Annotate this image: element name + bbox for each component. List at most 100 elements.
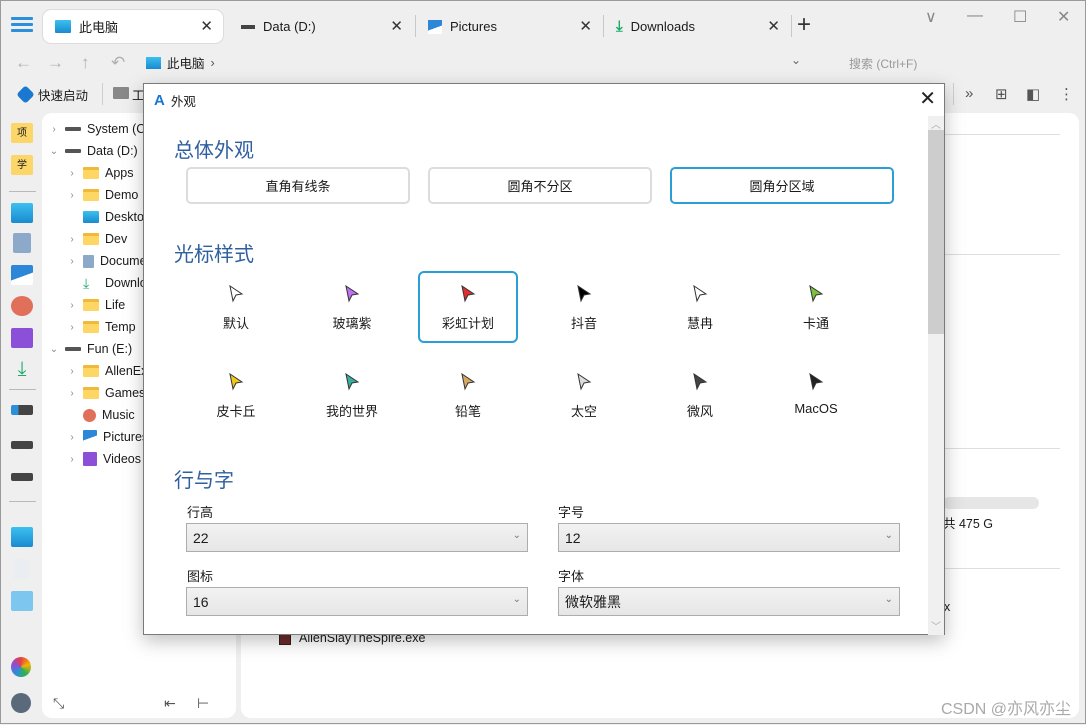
drive-d-icon[interactable] xyxy=(11,441,33,449)
downloads-icon[interactable]: ⤓ xyxy=(11,359,33,379)
chevron-right-icon[interactable]: › xyxy=(65,256,79,267)
minimize-button[interactable]: — xyxy=(967,7,983,25)
close-tab-icon[interactable]: ✕ xyxy=(767,17,780,35)
this-pc-icon[interactable] xyxy=(11,527,33,547)
back-button[interactable]: ← xyxy=(15,53,32,73)
tab-data-d[interactable]: Data (D:) ✕ xyxy=(229,10,413,43)
cursor-option[interactable]: 抖音 xyxy=(534,271,634,343)
cursor-option[interactable]: 卡通 xyxy=(766,271,866,343)
desktop-icon[interactable] xyxy=(11,203,33,223)
line-height-select[interactable]: 22 ⌄ xyxy=(186,523,528,552)
watermark: CSDN @亦风亦尘 xyxy=(940,701,1071,718)
drive-e-icon[interactable] xyxy=(11,473,33,481)
breadcrumb[interactable]: 此电脑 › xyxy=(146,53,215,72)
menu-icon[interactable] xyxy=(11,17,33,33)
chevron-right-icon[interactable]: › xyxy=(65,234,79,245)
forward-button[interactable]: → xyxy=(47,53,64,73)
chevron-right-icon[interactable]: › xyxy=(65,322,79,333)
cursor-option[interactable]: 皮卡丘 xyxy=(186,359,286,431)
cursor-option[interactable]: 玻璃紫 xyxy=(302,271,402,343)
folder-icon[interactable] xyxy=(113,87,129,99)
close-tab-icon[interactable]: ✕ xyxy=(200,17,213,35)
documents-icon[interactable] xyxy=(13,233,31,253)
cursor-option-label: 微风 xyxy=(686,404,713,419)
scrollbar-thumb[interactable] xyxy=(928,130,944,334)
study-folder-icon[interactable]: 学 xyxy=(11,155,33,175)
scroll-up-icon[interactable]: ︿ xyxy=(931,116,941,131)
pictures-icon[interactable] xyxy=(11,265,33,285)
appearance-option-rounded-no-zones[interactable]: 圆角不分区 xyxy=(428,167,652,204)
tree-item-label: Games xyxy=(105,386,146,400)
up-button[interactable]: ↑ xyxy=(81,53,90,73)
cursor-option[interactable]: 默认 xyxy=(186,271,286,343)
more-options-icon[interactable]: ⋮ xyxy=(1059,85,1074,103)
preview-pane-icon[interactable]: ◧ xyxy=(1026,85,1040,103)
cursor-option[interactable]: 慧冉 xyxy=(650,271,750,343)
tabs-dropdown-icon[interactable]: ∨ xyxy=(925,7,937,27)
font-size-select[interactable]: 12 ⌄ xyxy=(558,523,900,552)
indent-icon[interactable]: ⇤ xyxy=(164,695,176,712)
project-folder-icon[interactable]: 项 xyxy=(11,123,33,143)
scroll-down-icon[interactable]: ﹀ xyxy=(931,618,941,633)
expand-more-icon[interactable]: » xyxy=(965,85,973,102)
cursor-preview-icon xyxy=(228,285,244,303)
appearance-option-rounded-zones[interactable]: 圆角分区域 xyxy=(670,167,894,204)
collapse-all-icon[interactable]: ⤡ xyxy=(53,695,64,712)
recycle-bin-icon[interactable] xyxy=(14,559,30,579)
cursor-preview-icon xyxy=(808,373,824,391)
chevron-right-icon[interactable]: › xyxy=(47,124,61,135)
cursor-option[interactable]: 铅笔 xyxy=(418,359,518,431)
close-tab-icon[interactable]: ✕ xyxy=(390,17,403,35)
cursor-option[interactable]: 彩虹计划 xyxy=(418,271,518,343)
drive-c-icon[interactable] xyxy=(11,405,33,415)
tab-label: Data (D:) xyxy=(263,19,316,34)
font-family-value: 微软雅黑 xyxy=(565,593,621,610)
breadcrumb-item[interactable]: 此电脑 xyxy=(167,53,205,72)
tree-view-icon[interactable]: ⊢ xyxy=(197,695,209,712)
folder-icon xyxy=(83,233,99,245)
music-icon[interactable] xyxy=(11,296,33,316)
undo-button[interactable]: ↶ xyxy=(111,53,125,73)
close-tab-icon[interactable]: ✕ xyxy=(579,17,592,35)
chevron-right-icon[interactable]: › xyxy=(65,300,79,311)
chevron-down-icon[interactable]: ⌄ xyxy=(47,146,61,157)
cursor-option-label: 玻璃紫 xyxy=(332,316,372,331)
font-size-label: 字号 xyxy=(558,505,585,520)
dialog-close-button[interactable]: ✕ xyxy=(919,86,936,111)
search-input[interactable]: 搜索 (Ctrl+F) xyxy=(849,55,917,72)
cursor-option[interactable]: 我的世界 xyxy=(302,359,402,431)
tab-pictures[interactable]: Pictures ✕ xyxy=(416,10,602,43)
tab-downloads[interactable]: ⤓ Downloads ✕ xyxy=(604,10,790,43)
chevron-right-icon[interactable]: › xyxy=(65,432,79,443)
theme-color-icon[interactable] xyxy=(11,657,31,677)
chevron-right-icon[interactable]: › xyxy=(65,454,79,465)
section-title-appearance: 总体外观 xyxy=(174,140,254,162)
font-family-select[interactable]: 微软雅黑 ⌄ xyxy=(558,587,900,616)
cursor-option[interactable]: 太空 xyxy=(534,359,634,431)
chevron-right-icon[interactable]: › xyxy=(65,190,79,201)
cursor-option[interactable]: MacOS xyxy=(766,359,866,431)
chevron-right-icon[interactable]: › xyxy=(65,168,79,179)
address-dropdown-icon[interactable]: ⌄ xyxy=(791,53,801,67)
dialog-scrollbar[interactable]: ︿ ﹀ xyxy=(928,116,944,635)
icon-size-select[interactable]: 16 ⌄ xyxy=(186,587,528,616)
maximize-button[interactable]: ☐ xyxy=(1013,7,1027,27)
videos-icon[interactable] xyxy=(11,328,33,348)
chevron-right-icon[interactable]: › xyxy=(65,366,79,377)
chevron-right-icon[interactable]: › xyxy=(65,388,79,399)
tab-this-pc[interactable]: 此电脑 ✕ xyxy=(43,10,223,43)
settings-gear-icon[interactable] xyxy=(11,693,31,713)
cursor-option-label: 慧冉 xyxy=(686,316,713,331)
capacity-text: 共 475 G xyxy=(943,517,994,531)
appearance-option-square-lines[interactable]: 直角有线条 xyxy=(186,167,410,204)
close-window-button[interactable]: ✕ xyxy=(1057,7,1070,27)
cursor-option[interactable]: 微风 xyxy=(650,359,750,431)
chevron-down-icon[interactable]: ⌄ xyxy=(47,344,61,355)
view-layout-icon[interactable]: ⊞ xyxy=(995,85,1008,103)
quick-start-button[interactable]: 快速启动 xyxy=(16,85,88,104)
new-tab-button[interactable]: + xyxy=(797,11,811,39)
videos-icon xyxy=(83,452,97,466)
rail-divider xyxy=(9,191,36,192)
chevron-right-icon[interactable]: › xyxy=(211,56,215,70)
control-panel-icon[interactable] xyxy=(11,591,33,611)
